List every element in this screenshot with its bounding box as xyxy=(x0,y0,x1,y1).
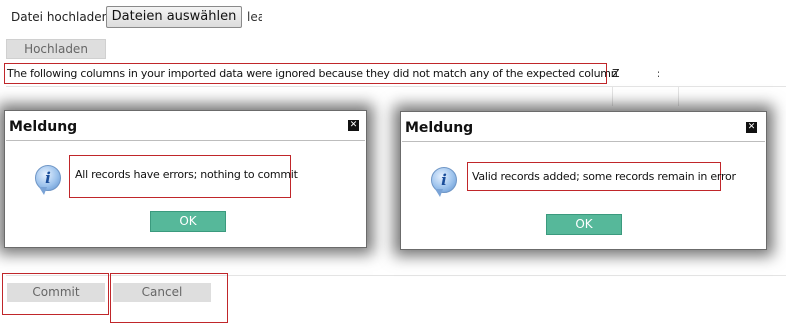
info-icon-tail xyxy=(39,187,47,195)
ignored-columns-value: Z xyxy=(612,67,620,80)
dialog-message: Valid records added; some records remain… xyxy=(472,170,736,183)
dialog-title: Meldung xyxy=(405,120,474,136)
message-dialog-no-commit: Meldung ✕ i All records have errors; not… xyxy=(4,110,367,248)
ok-button[interactable]: OK xyxy=(546,214,622,235)
choose-files-button[interactable]: Dateien auswählen xyxy=(106,6,242,28)
info-icon-tail xyxy=(435,189,443,197)
ok-button[interactable]: OK xyxy=(150,211,226,232)
table-divider xyxy=(678,86,679,106)
commit-highlight xyxy=(2,273,109,315)
dialog-title: Meldung xyxy=(9,119,78,135)
file-upload-label: Datei hochladen: xyxy=(11,10,114,24)
redacted-column-names xyxy=(620,65,658,80)
ignored-columns-warning: The following columns in your imported d… xyxy=(7,67,660,80)
table-border xyxy=(6,86,786,87)
dialog-title-separator xyxy=(402,141,765,142)
close-icon[interactable]: ✕ xyxy=(348,120,359,131)
dialog-message: All records have errors; nothing to comm… xyxy=(75,168,298,181)
upload-button[interactable]: Hochladen xyxy=(6,39,106,59)
redacted-file-name xyxy=(262,8,358,24)
cancel-highlight xyxy=(110,273,228,323)
table-divider xyxy=(612,86,613,106)
message-dialog-partial-success: Meldung ✕ i Valid records added; some re… xyxy=(400,111,767,250)
close-icon[interactable]: ✕ xyxy=(746,122,757,133)
dialog-title-separator xyxy=(6,140,365,141)
